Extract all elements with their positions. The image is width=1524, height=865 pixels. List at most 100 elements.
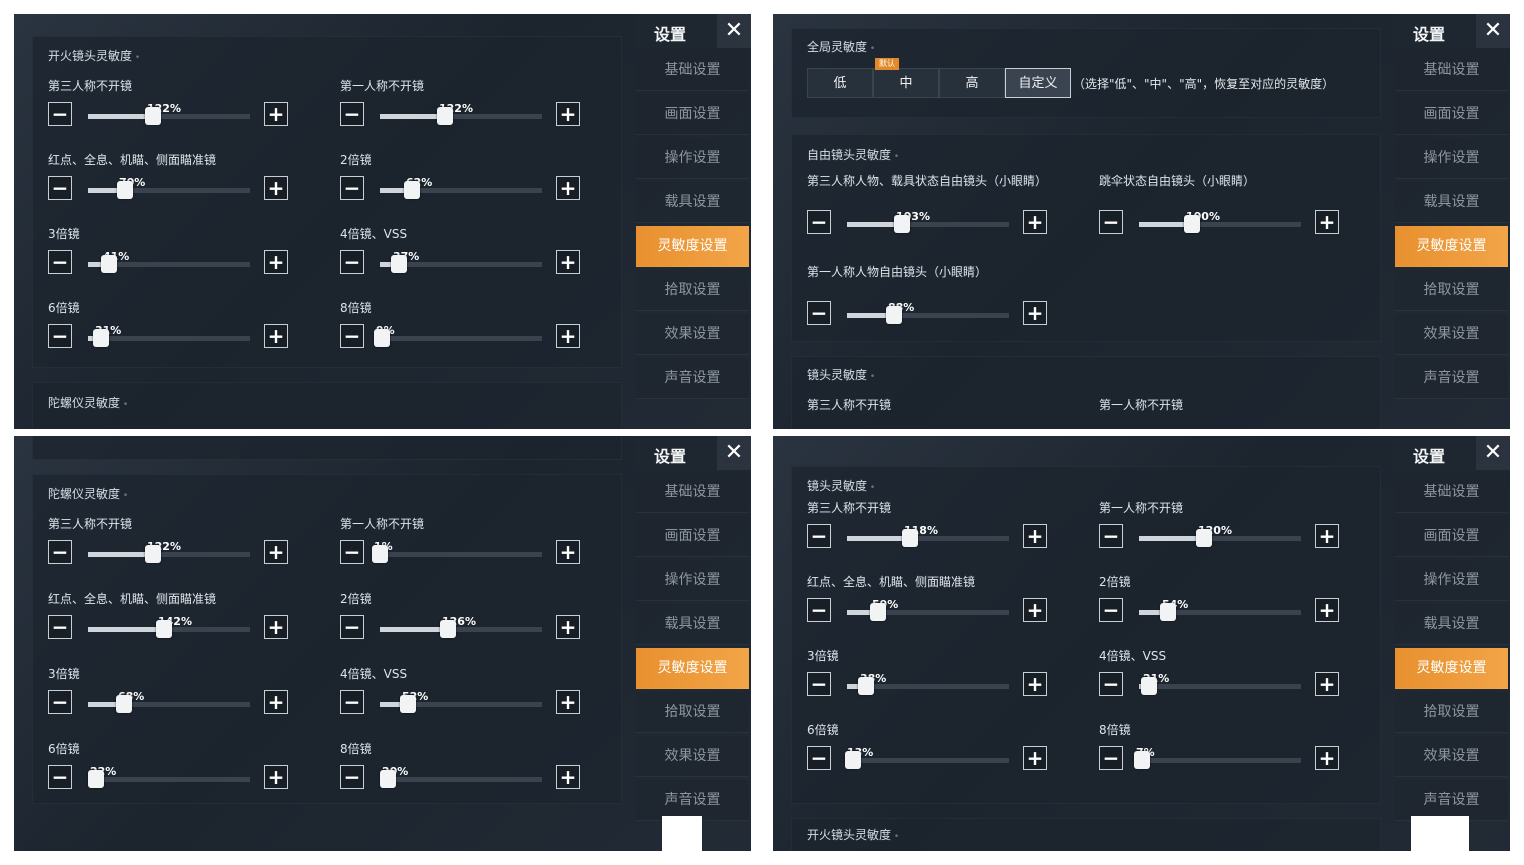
slider-track[interactable]: 126% (380, 615, 542, 638)
sidebar-item[interactable]: 灵敏度设置 (636, 648, 749, 689)
plus-button[interactable]: + (556, 615, 580, 639)
slider-thumb[interactable] (870, 603, 886, 621)
slider-thumb[interactable] (845, 751, 861, 769)
slider-track[interactable]: 20% (380, 765, 542, 788)
minus-button[interactable]: − (340, 324, 364, 348)
sidebar-item[interactable]: 拾取设置 (1395, 270, 1508, 311)
slider-track[interactable]: 122% (88, 540, 250, 563)
plus-button[interactable]: + (1023, 672, 1047, 696)
sidebar-item[interactable]: 操作设置 (1395, 560, 1508, 601)
sidebar-item[interactable]: 操作设置 (636, 560, 749, 601)
plus-button[interactable]: + (1315, 210, 1339, 234)
sidebar-item[interactable]: 效果设置 (1395, 736, 1508, 777)
minus-button[interactable]: − (48, 176, 72, 200)
slider-track[interactable]: 13% (845, 746, 1009, 769)
slider-track[interactable]: 41% (88, 250, 250, 273)
slider-track[interactable]: 88% (847, 301, 1009, 324)
minus-button[interactable]: − (1099, 746, 1123, 770)
sidebar-item[interactable]: 效果设置 (636, 736, 749, 777)
slider-track[interactable]: 54% (1139, 598, 1301, 621)
sidebar-item[interactable]: 灵敏度设置 (1395, 226, 1508, 267)
slider-track[interactable]: 118% (847, 524, 1009, 547)
minus-button[interactable]: − (807, 746, 831, 770)
plus-button[interactable]: + (1315, 598, 1339, 622)
slider-thumb[interactable] (145, 107, 161, 125)
plus-button[interactable]: + (1023, 746, 1047, 770)
minus-button[interactable]: − (1099, 210, 1123, 234)
plus-button[interactable]: + (1315, 672, 1339, 696)
slider-track[interactable]: 52% (380, 690, 542, 713)
minus-button[interactable]: − (807, 210, 831, 234)
slider-thumb[interactable] (101, 255, 117, 273)
slider-track[interactable]: 103% (847, 210, 1009, 233)
sidebar-item[interactable]: 声音设置 (636, 358, 749, 399)
sidebar-item[interactable]: 载具设置 (1395, 182, 1508, 223)
slider-thumb[interactable] (902, 529, 918, 547)
slider-thumb[interactable] (117, 181, 133, 199)
slider-thumb[interactable] (391, 255, 407, 273)
minus-button[interactable]: − (807, 598, 831, 622)
preset-custom[interactable]: 自定义 (1005, 68, 1071, 98)
minus-button[interactable]: − (340, 765, 364, 789)
plus-button[interactable]: + (1023, 210, 1047, 234)
plus-button[interactable]: + (556, 324, 580, 348)
close-icon[interactable]: ✕ (717, 14, 751, 48)
slider-track[interactable]: 31% (88, 324, 250, 347)
sidebar-item[interactable]: 效果设置 (636, 314, 749, 355)
minus-button[interactable]: − (48, 324, 72, 348)
plus-button[interactable]: + (556, 540, 580, 564)
sidebar-item[interactable]: 基础设置 (636, 50, 749, 91)
minus-button[interactable]: − (48, 765, 72, 789)
sidebar-item[interactable]: 画面设置 (1395, 94, 1508, 135)
slider-thumb[interactable] (886, 306, 902, 324)
slider-thumb[interactable] (88, 770, 104, 788)
sidebar-item[interactable]: 声音设置 (1395, 358, 1508, 399)
plus-button[interactable]: + (1315, 524, 1339, 548)
sidebar-item[interactable]: 拾取设置 (636, 270, 749, 311)
slider-track[interactable]: 22% (88, 765, 250, 788)
minus-button[interactable]: − (340, 690, 364, 714)
sidebar-item[interactable]: 画面设置 (1395, 516, 1508, 557)
slider-thumb[interactable] (437, 107, 453, 125)
plus-button[interactable]: + (264, 765, 288, 789)
slider-thumb[interactable] (374, 329, 390, 347)
slider-track[interactable]: 21% (1139, 672, 1301, 695)
slider-track[interactable]: 37% (380, 250, 542, 273)
plus-button[interactable]: + (556, 102, 580, 126)
plus-button[interactable]: + (556, 765, 580, 789)
slider-track[interactable]: 38% (847, 672, 1009, 695)
sidebar-item[interactable]: 灵敏度设置 (1395, 648, 1508, 689)
sidebar-item[interactable]: 载具设置 (636, 182, 749, 223)
sidebar-item[interactable]: 拾取设置 (1395, 692, 1508, 733)
slider-track[interactable]: 59% (847, 598, 1009, 621)
slider-track[interactable]: 120% (1139, 524, 1301, 547)
minus-button[interactable]: − (340, 176, 364, 200)
sidebar-item[interactable]: 声音设置 (1395, 780, 1508, 821)
sidebar-item[interactable]: 载具设置 (1395, 604, 1508, 645)
sidebar-item[interactable]: 基础设置 (1395, 472, 1508, 513)
plus-button[interactable]: + (1315, 746, 1339, 770)
plus-button[interactable]: + (1023, 524, 1047, 548)
slider-track[interactable]: 142% (88, 615, 250, 638)
plus-button[interactable]: + (264, 250, 288, 274)
plus-button[interactable]: + (556, 250, 580, 274)
preset-high[interactable]: 高 (939, 68, 1005, 98)
slider-thumb[interactable] (1160, 603, 1176, 621)
slider-track[interactable]: 100% (1139, 210, 1301, 233)
minus-button[interactable]: − (48, 102, 72, 126)
slider-thumb[interactable] (404, 181, 420, 199)
minus-button[interactable]: − (340, 102, 364, 126)
minus-button[interactable]: − (807, 524, 831, 548)
slider-thumb[interactable] (116, 695, 132, 713)
slider-thumb[interactable] (1141, 677, 1157, 695)
minus-button[interactable]: − (48, 615, 72, 639)
plus-button[interactable]: + (264, 690, 288, 714)
sidebar-item[interactable]: 效果设置 (1395, 314, 1508, 355)
plus-button[interactable]: + (264, 615, 288, 639)
slider-thumb[interactable] (1134, 751, 1150, 769)
plus-button[interactable]: + (264, 324, 288, 348)
slider-thumb[interactable] (858, 677, 874, 695)
minus-button[interactable]: − (340, 250, 364, 274)
plus-button[interactable]: + (264, 540, 288, 564)
slider-track[interactable]: 9% (374, 324, 542, 347)
